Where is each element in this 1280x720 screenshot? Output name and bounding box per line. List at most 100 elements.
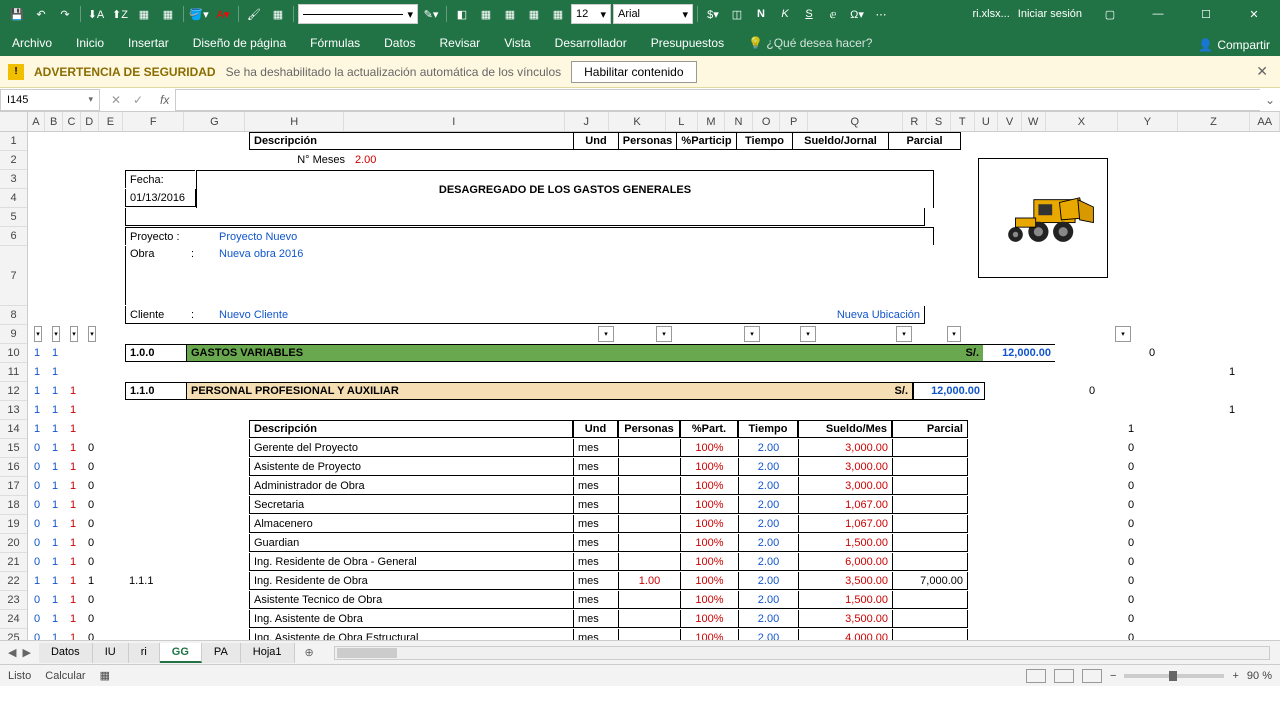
tab-formulas[interactable]: Fórmulas: [298, 30, 372, 56]
underline-icon[interactable]: S: [798, 3, 820, 25]
col-N[interactable]: N: [725, 112, 753, 131]
filter-icon[interactable]: ▾: [70, 326, 78, 342]
sheet-tab-IU[interactable]: IU: [93, 643, 129, 663]
name-box[interactable]: I145▾: [0, 89, 100, 111]
undo-icon[interactable]: ↶: [30, 3, 52, 25]
brush-icon[interactable]: 🖌: [243, 3, 265, 25]
tab-insertar[interactable]: Insertar: [116, 30, 181, 56]
col-S[interactable]: S: [927, 112, 951, 131]
row-13[interactable]: 13: [0, 401, 27, 420]
page-icon[interactable]: ▦: [133, 3, 155, 25]
login-link[interactable]: Iniciar sesión: [1018, 8, 1082, 20]
row-10[interactable]: 10: [0, 344, 27, 363]
filter-icon[interactable]: ▾: [34, 326, 42, 342]
zoom-level[interactable]: 90 %: [1247, 670, 1272, 682]
col-Y[interactable]: Y: [1118, 112, 1177, 131]
col-C[interactable]: C: [63, 112, 81, 131]
col-H[interactable]: H: [245, 112, 344, 131]
add-sheet-button[interactable]: ⊕: [295, 643, 324, 662]
tab-inicio[interactable]: Inicio: [64, 30, 116, 56]
sort-desc-icon[interactable]: ⬆Z: [109, 3, 131, 25]
fx-icon[interactable]: fx: [154, 93, 175, 107]
row-12[interactable]: 12: [0, 382, 27, 401]
col-J[interactable]: J: [565, 112, 609, 131]
select-all-corner[interactable]: [0, 112, 28, 131]
row-16[interactable]: 16: [0, 458, 27, 477]
view-break-icon[interactable]: [1082, 669, 1102, 683]
row-22[interactable]: 22: [0, 572, 27, 591]
row-7[interactable]: 7: [0, 246, 27, 306]
fill-color-icon[interactable]: 🪣▾: [188, 3, 210, 25]
row-4[interactable]: 4: [0, 189, 27, 208]
row-14[interactable]: 14: [0, 420, 27, 439]
tell-me-box[interactable]: 💡 ¿Qué desea hacer?: [736, 30, 884, 56]
tab-desarrollador[interactable]: Desarrollador: [543, 30, 639, 56]
line-style-combo[interactable]: ▾: [298, 4, 418, 24]
col-G[interactable]: G: [184, 112, 245, 131]
table-icon[interactable]: ▦: [267, 3, 289, 25]
bold-icon[interactable]: N: [750, 3, 772, 25]
col-W[interactable]: W: [1022, 112, 1046, 131]
view-normal-icon[interactable]: [1026, 669, 1046, 683]
row-1[interactable]: 1: [0, 132, 27, 151]
redo-icon[interactable]: ↷: [54, 3, 76, 25]
row-2[interactable]: 2: [0, 151, 27, 170]
row-20[interactable]: 20: [0, 534, 27, 553]
col-I[interactable]: I: [344, 112, 565, 131]
view-layout-icon[interactable]: [1054, 669, 1074, 683]
ribbon-options-icon[interactable]: ▢: [1090, 0, 1130, 28]
col-O[interactable]: O: [753, 112, 781, 131]
row-24[interactable]: 24: [0, 610, 27, 629]
col-F[interactable]: F: [123, 112, 184, 131]
omega-icon[interactable]: Ω▾: [846, 3, 868, 25]
filter-icon[interactable]: ▾: [88, 326, 96, 342]
italic-icon[interactable]: K: [774, 3, 796, 25]
col-Z[interactable]: Z: [1178, 112, 1251, 131]
col-M[interactable]: M: [698, 112, 726, 131]
row-19[interactable]: 19: [0, 515, 27, 534]
zoom-in-icon[interactable]: +: [1232, 670, 1238, 682]
formula-input[interactable]: [175, 89, 1260, 111]
row-15[interactable]: 15: [0, 439, 27, 458]
tab-vista[interactable]: Vista: [492, 30, 542, 56]
col-P[interactable]: P: [780, 112, 808, 131]
cancel-formula-icon[interactable]: ✕: [106, 90, 126, 110]
zoom-slider[interactable]: [1124, 674, 1224, 678]
font-size-combo[interactable]: 12▾: [571, 4, 611, 24]
col-K[interactable]: K: [609, 112, 666, 131]
font-color-icon[interactable]: A▾: [212, 3, 234, 25]
sheet-tab-Datos[interactable]: Datos: [39, 643, 93, 663]
row-25[interactable]: 25: [0, 629, 27, 640]
row-9[interactable]: 9: [0, 325, 27, 344]
grid4-icon[interactable]: ▦: [547, 3, 569, 25]
zoom-out-icon[interactable]: −: [1110, 670, 1116, 682]
sheet-nav-arrows[interactable]: ◀▶: [0, 644, 39, 661]
grid3-icon[interactable]: ▦: [523, 3, 545, 25]
erase-icon[interactable]: ◧: [451, 3, 473, 25]
col-X[interactable]: X: [1046, 112, 1119, 131]
cells-area[interactable]: DescripciónUndPersonas%ParticipTiempoSue…: [28, 132, 1280, 640]
formula-expand-icon[interactable]: ⌄: [1260, 93, 1280, 107]
row-8[interactable]: 8: [0, 306, 27, 325]
accept-formula-icon[interactable]: ✓: [128, 90, 148, 110]
border-color-icon[interactable]: ✎▾: [420, 3, 442, 25]
col-D[interactable]: D: [81, 112, 99, 131]
row-23[interactable]: 23: [0, 591, 27, 610]
formula-icon[interactable]: ⅇ: [822, 3, 844, 25]
sheet-tab-Hoja1[interactable]: Hoja1: [241, 643, 295, 663]
col-A[interactable]: A: [28, 112, 46, 131]
minimize-icon[interactable]: —: [1138, 0, 1178, 28]
col-B[interactable]: B: [45, 112, 63, 131]
row-21[interactable]: 21: [0, 553, 27, 572]
currency-icon[interactable]: $▾: [702, 3, 724, 25]
col-R[interactable]: R: [903, 112, 928, 131]
filter-icon[interactable]: ▾: [52, 326, 60, 342]
row-17[interactable]: 17: [0, 477, 27, 496]
font-name-combo[interactable]: Arial▾: [613, 4, 693, 24]
warning-close-icon[interactable]: ✕: [1252, 59, 1272, 84]
tab-datos[interactable]: Datos: [372, 30, 427, 56]
horizontal-scrollbar[interactable]: [334, 646, 1270, 660]
col-L[interactable]: L: [666, 112, 698, 131]
tab-diseno[interactable]: Diseño de página: [181, 30, 298, 56]
row-6[interactable]: 6: [0, 227, 27, 246]
